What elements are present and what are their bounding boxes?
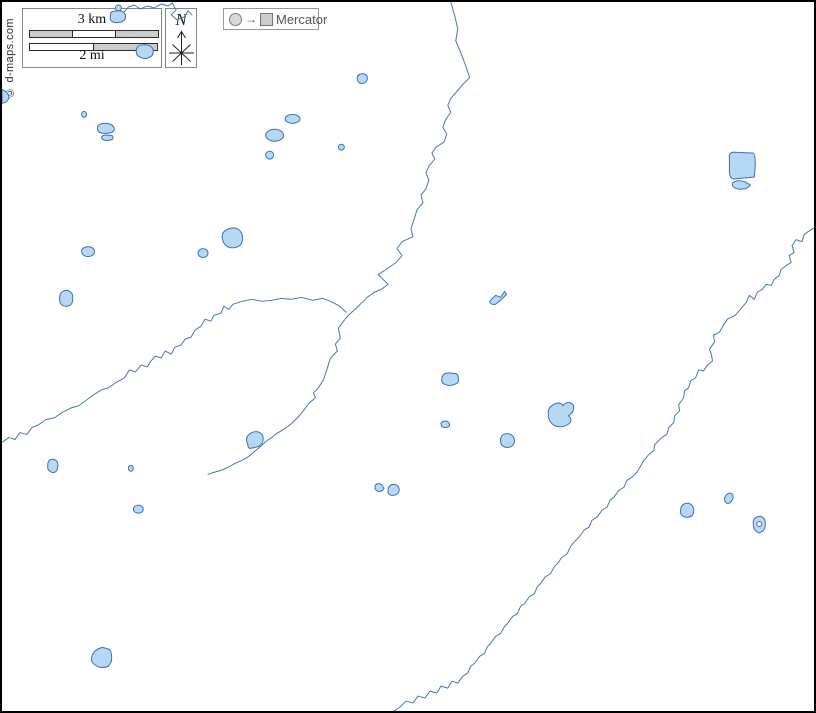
lake [729,152,755,179]
lake [82,111,87,117]
river [208,2,470,474]
lake [222,228,242,248]
lake [548,403,574,427]
lakes-layer [2,5,765,668]
river [394,228,814,711]
lake [375,484,384,492]
lake [82,247,95,257]
lake [91,647,111,667]
lake [133,505,143,513]
map-frame: 3 km 2 mi N → Mercator [0,0,816,713]
lake [490,291,507,304]
lake [338,144,344,150]
lake [357,74,367,84]
rivers-layer [2,2,814,711]
lake [266,129,284,141]
lake [285,114,300,123]
lake [115,5,121,11]
map-canvas [2,2,814,711]
lake [442,373,459,386]
lake [732,181,750,189]
lake [681,503,694,517]
lake [60,290,73,306]
lake [724,493,733,503]
lake [136,45,153,59]
lake [97,123,114,133]
lake [48,459,58,472]
lake [388,484,399,495]
lake [110,11,125,23]
lake [501,434,515,448]
lake-island [757,522,762,527]
lake [198,249,208,258]
lake [102,135,114,141]
lake [266,151,274,159]
river [122,3,192,20]
lake [441,421,450,428]
lake [2,90,9,104]
lake [128,465,133,471]
